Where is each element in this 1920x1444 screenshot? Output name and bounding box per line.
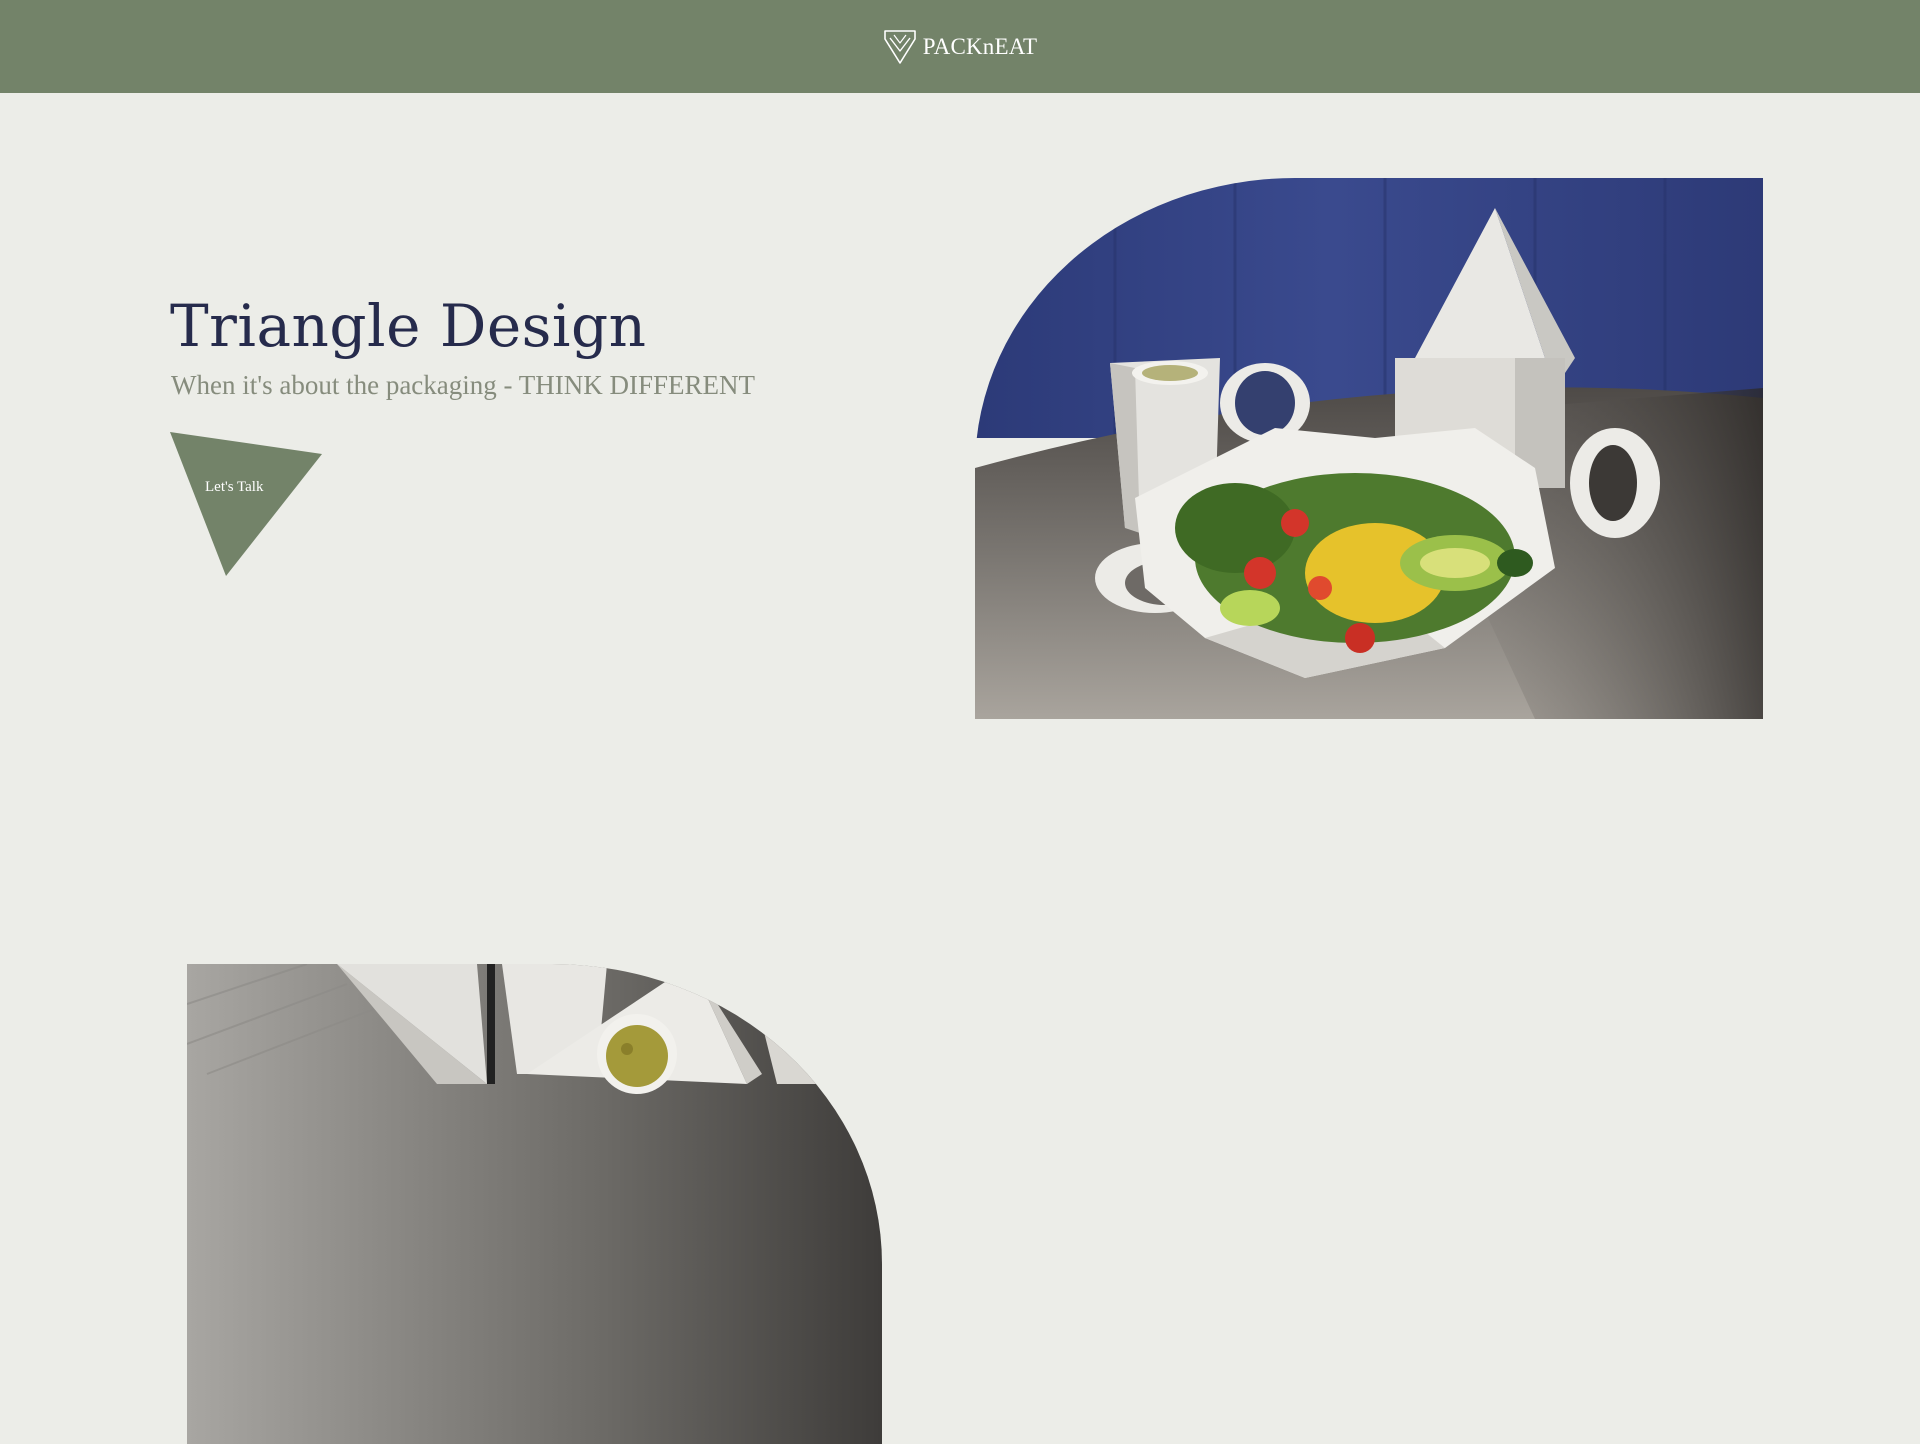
brand-name: PACKnEAT <box>922 33 1038 59</box>
lets-talk-label: Let's Talk <box>205 479 264 495</box>
site-header: PACKnEAT <box>0 0 1920 93</box>
hero-subtitle: When it's about the packaging - THINK DI… <box>171 370 756 400</box>
triangle-shape-icon <box>170 432 322 576</box>
hero-product-image <box>975 178 1763 719</box>
secondary-product-image <box>187 964 882 1444</box>
triangle-boxes-with-soup-cup-image <box>187 964 882 1444</box>
chevron-shield-logo-icon <box>883 29 916 64</box>
salad-in-triangle-packaging-image <box>975 178 1763 719</box>
lets-talk-button[interactable]: Let's Talk <box>170 432 322 576</box>
brand-logo-link[interactable]: PACKnEAT <box>883 29 1038 65</box>
page-title: Triangle Design <box>170 292 647 360</box>
